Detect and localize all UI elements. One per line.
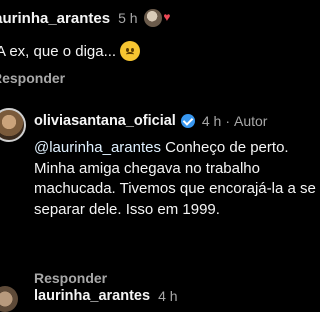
reply-button[interactable]: Responder	[34, 270, 107, 286]
comment-body: @laurinha_arantes Conheço de perto. Minh…	[34, 138, 320, 220]
comment-time: 4 h	[201, 113, 222, 129]
comment-username[interactable]: oliviasantana_oficial	[34, 113, 176, 129]
separator-dot: ·	[225, 113, 230, 129]
avatar[interactable]	[0, 108, 26, 142]
comment-time: 4 h	[158, 288, 178, 304]
comment-header: laurinha_arantes 5 h ♥	[0, 9, 171, 27]
comment-text: A ex, que o diga...	[0, 42, 117, 60]
mention-link[interactable]: @laurinha_arantes	[34, 139, 161, 156]
comment-header: laurinha_arantes 4 h	[34, 288, 178, 304]
comment-time: 5 h	[118, 10, 138, 26]
comment-header: oliviasantana_oficial 4 h · Autor	[34, 113, 267, 129]
comment-username[interactable]: laurinha_arantes	[0, 10, 110, 27]
author-avatar-icon: ♥	[143, 9, 171, 27]
worried-face-emoji	[120, 41, 141, 61]
comment-username[interactable]: laurinha_arantes	[34, 288, 150, 304]
avatar[interactable]	[0, 286, 18, 312]
author-badge: Autor	[233, 113, 268, 129]
verified-icon	[180, 114, 195, 128]
heart-icon: ♥	[163, 10, 171, 24]
reply-button[interactable]: Responder	[0, 70, 65, 86]
comment-body: A ex, que o diga...	[0, 41, 141, 61]
